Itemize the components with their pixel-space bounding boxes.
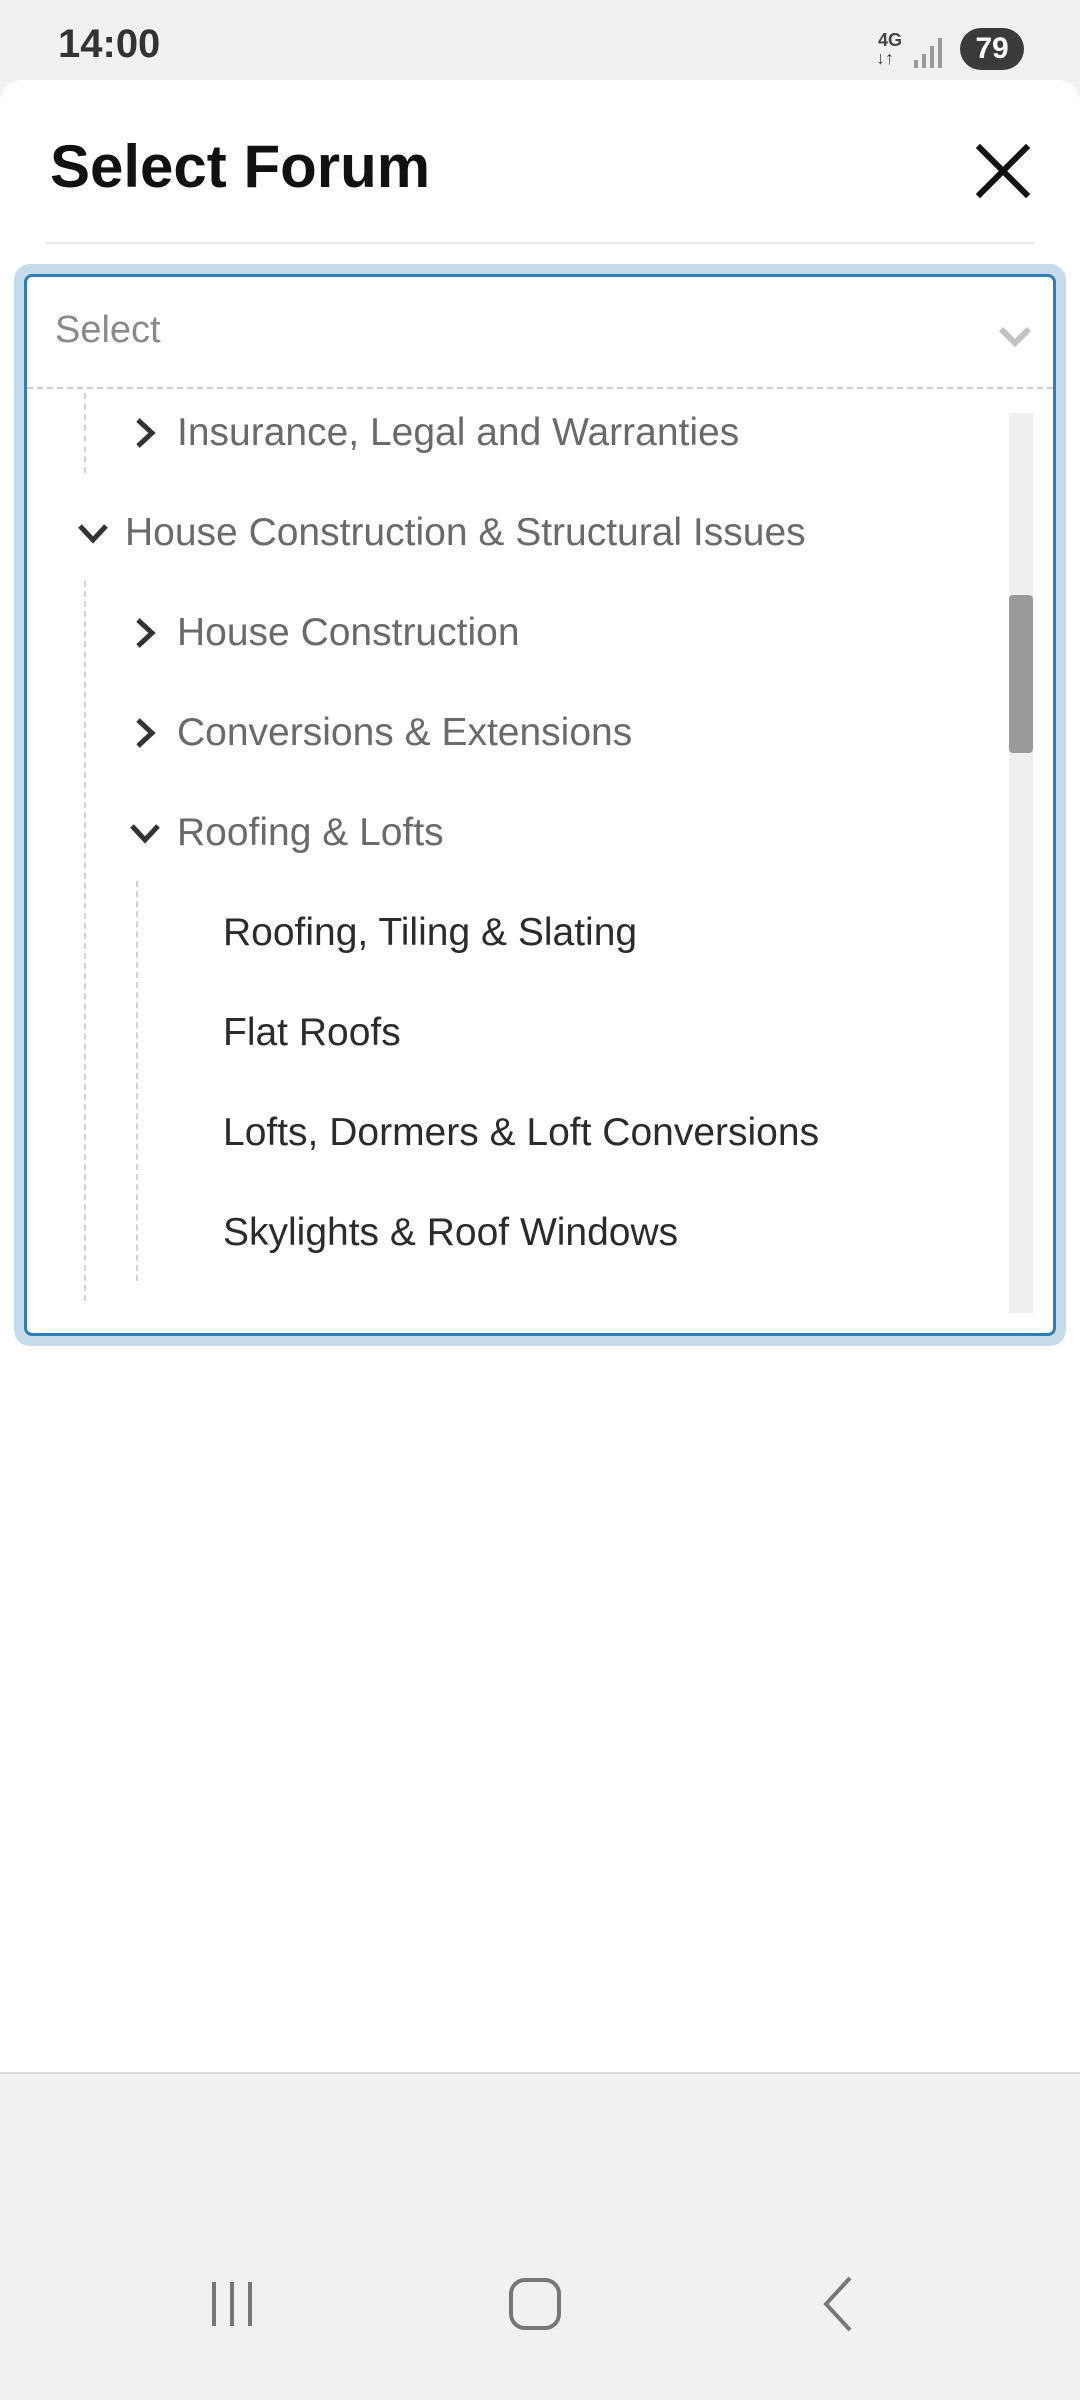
chevron-right-icon[interactable] [127,715,163,751]
status-time: 14:00 [58,22,161,66]
tree-item-house-construction[interactable]: House Construction [127,593,520,673]
scrollbar-thumb[interactable] [1009,595,1033,753]
tree-item-label: Roofing & Lofts [177,811,444,854]
tree-item-roofing-lofts[interactable]: Roofing & Lofts [127,793,444,873]
battery-indicator: 79 [960,28,1024,70]
status-bar: 14:00 4G ↓↑ 79 [0,0,1080,80]
select-placeholder: Select [55,309,161,351]
back-icon[interactable] [798,2264,878,2344]
chevron-down-icon[interactable] [995,315,1035,355]
tree-item-label: Skylights & Roof Windows [223,1211,679,1254]
navigation-bar [0,2240,1080,2400]
chevron-right-icon[interactable] [127,615,163,651]
forum-select[interactable]: Select Insurance, Legal and Warranties H… [14,264,1066,1346]
recents-icon[interactable] [192,2264,272,2344]
tree-guide-line [84,581,86,1301]
chevron-right-icon[interactable] [127,415,163,451]
select-forum-sheet: Select Forum Select Insurance, Legal and… [0,80,1080,2074]
close-icon[interactable] [972,140,1034,202]
title-divider [46,242,1034,244]
tree-item-label: Flat Roofs [223,1011,401,1054]
chevron-down-icon[interactable] [75,515,111,551]
network-icon: 4G ↓↑ [876,30,908,70]
chevron-down-icon[interactable] [127,815,163,851]
tree-item-flat-roofs[interactable]: Flat Roofs [223,993,401,1073]
tree-item-insurance-legal-warranties[interactable]: Insurance, Legal and Warranties [127,393,739,473]
tree-item-conversions-extensions[interactable]: Conversions & Extensions [127,693,632,773]
network-arrows: ↓↑ [876,48,894,68]
signal-icon [914,38,942,68]
tree-item-label: Conversions & Extensions [177,711,633,754]
home-icon[interactable] [495,2264,575,2344]
scrollbar-track[interactable] [1009,413,1033,1313]
tree-item-lofts-dormers[interactable]: Lofts, Dormers & Loft Conversions [223,1093,819,1173]
tree-guide-line [84,393,86,473]
tree-item-label: Lofts, Dormers & Loft Conversions [223,1111,820,1154]
select-input[interactable]: Select [27,277,1053,389]
forum-select-dropdown: Select Insurance, Legal and Warranties H… [24,274,1056,1336]
tree-item-label: House Construction & Structural Issues [125,511,806,554]
sheet-title: Select Forum [50,133,431,200]
tree-item-label: Roofing, Tiling & Slating [223,911,638,954]
tree-item-label: House Construction [177,611,520,654]
forum-tree: Insurance, Legal and Warranties House Co… [27,393,1053,1301]
tree-item-house-construction-structural[interactable]: House Construction & Structural Issues [75,493,806,573]
tree-item-roofing-tiling-slating[interactable]: Roofing, Tiling & Slating [223,893,637,973]
tree-guide-line [136,881,138,1281]
tree-item-label: Insurance, Legal and Warranties [177,411,740,454]
tree-item-skylights-roof-windows[interactable]: Skylights & Roof Windows [223,1193,678,1273]
